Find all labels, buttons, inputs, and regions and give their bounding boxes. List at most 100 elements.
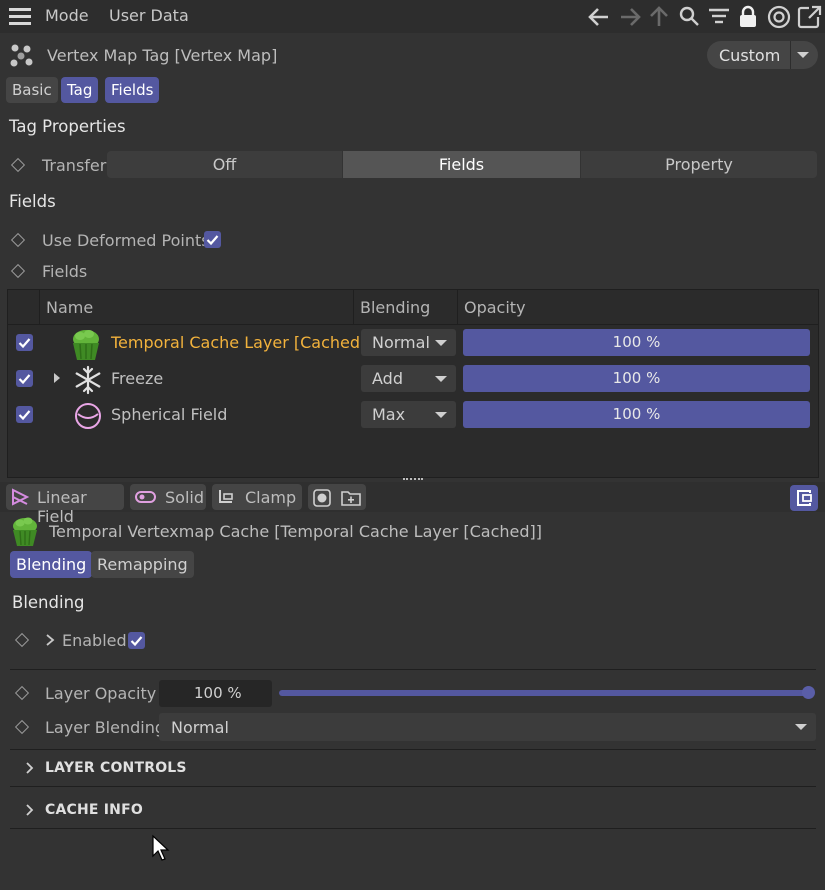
filter-icon[interactable]	[709, 8, 729, 24]
lock-icon[interactable]	[740, 5, 756, 27]
layer-opacity-bar[interactable]: 100 %	[463, 365, 810, 392]
column-separator	[457, 290, 458, 324]
layer-opacity-label: Layer Opacity	[45, 684, 157, 703]
table-row[interactable]: Temporal Cache Layer [Cached] Normal 100…	[8, 326, 818, 360]
menubar-icons	[588, 5, 822, 29]
preset-value: Custom	[719, 46, 781, 65]
chevron-down-icon	[797, 52, 809, 58]
tab-blending[interactable]: Blending	[10, 551, 93, 578]
cupcake-icon	[13, 517, 37, 546]
layer-blending-select[interactable]: Normal	[159, 713, 816, 741]
layer-enabled-checkbox[interactable]	[16, 334, 33, 351]
search-icon[interactable]	[679, 6, 699, 26]
layer-view-toggle-button[interactable]	[790, 485, 818, 511]
layer-actions-group	[308, 484, 366, 510]
blending-section-title: Blending	[12, 593, 85, 612]
keyframe-diamond-icon[interactable]	[14, 632, 30, 648]
keyframe-diamond-icon[interactable]	[14, 685, 30, 701]
layer-blending-dropdown[interactable]: Normal	[361, 329, 456, 356]
chevron-right-icon[interactable]	[25, 803, 35, 817]
object-title: Vertex Map Tag [Vertex Map]	[47, 46, 278, 65]
up-arrow-icon[interactable]	[650, 6, 668, 26]
enabled-checkbox[interactable]	[128, 632, 145, 649]
tag-properties-title: Tag Properties	[9, 117, 126, 136]
add-solid-layer-button[interactable]: Solid	[130, 484, 206, 510]
menu-mode[interactable]: Mode	[45, 6, 89, 25]
target-icon[interactable]	[767, 5, 791, 29]
chevron-right-icon[interactable]	[25, 761, 35, 775]
add-folder-icon[interactable]	[340, 487, 362, 507]
table-row[interactable]: Spherical Field Max 100 %	[8, 398, 818, 432]
chevron-down-icon	[435, 340, 447, 346]
sphere-icon	[75, 403, 101, 429]
keyframe-diamond-icon[interactable]	[10, 232, 26, 248]
transfer-option-off[interactable]: Off	[107, 151, 342, 178]
layer-name[interactable]: Spherical Field	[111, 405, 227, 424]
fields-list[interactable]: Name Blending Opacity Temporal Cache Lay…	[7, 289, 819, 478]
chevron-down-icon	[435, 376, 447, 382]
back-arrow-icon[interactable]	[588, 8, 608, 26]
tab-fields[interactable]: Fields	[105, 77, 160, 103]
record-icon[interactable]	[312, 488, 332, 508]
transfer-label: Transfer	[42, 156, 107, 175]
tab-basic[interactable]: Basic	[6, 77, 58, 103]
divider	[10, 749, 816, 750]
divider	[10, 828, 816, 829]
table-row[interactable]: Freeze Add 100 %	[8, 362, 818, 396]
layer-opacity-bar[interactable]: 100 %	[463, 329, 810, 356]
expand-arrow-icon[interactable]	[54, 373, 60, 383]
add-clamp-layer-button[interactable]: Clamp	[212, 484, 302, 510]
column-header-name[interactable]: Name	[46, 298, 93, 317]
add-linear-field-button[interactable]: Linear Field	[6, 484, 124, 526]
layer-name[interactable]: Freeze	[111, 369, 163, 388]
tab-remapping[interactable]: Remapping	[91, 551, 194, 578]
layer-blending-value: Normal	[372, 333, 430, 352]
new-window-icon[interactable]	[797, 5, 822, 29]
forward-arrow-icon[interactable]	[621, 8, 641, 26]
transfer-option-fields[interactable]: Fields	[343, 151, 580, 178]
preset-dropdown[interactable]: Custom	[707, 41, 818, 69]
layer-opacity-slider-knob[interactable]	[802, 686, 815, 699]
layer-enabled-checkbox[interactable]	[16, 370, 33, 387]
solid-layer-icon	[135, 491, 156, 503]
layer-blending-dropdown[interactable]: Add	[361, 365, 456, 392]
checkmark-icon	[18, 374, 31, 385]
enabled-label: Enabled	[62, 631, 127, 650]
clamp-label: Clamp	[245, 488, 297, 507]
divider	[10, 786, 816, 787]
use-deformed-points-label: Use Deformed Points	[42, 231, 210, 250]
checkmark-icon	[18, 410, 31, 421]
fields-section-title: Fields	[9, 192, 56, 211]
cache-info-group[interactable]: CACHE INFO	[45, 802, 143, 818]
keyframe-diamond-icon[interactable]	[10, 157, 26, 173]
layer-opacity-bar[interactable]: 100 %	[463, 401, 810, 428]
clamp-icon	[219, 490, 233, 503]
chevron-right-icon[interactable]	[45, 633, 55, 647]
snowflake-icon	[75, 365, 101, 395]
keyframe-diamond-icon[interactable]	[10, 263, 26, 279]
panel-toggle-icon	[797, 490, 812, 506]
layer-name[interactable]: Temporal Cache Layer [Cached]	[111, 333, 366, 352]
layer-opacity-slider-fill	[279, 690, 809, 696]
divider	[10, 669, 816, 670]
preset-separator	[790, 41, 791, 69]
tab-tag[interactable]: Tag	[61, 77, 99, 103]
transfer-option-property[interactable]: Property	[581, 151, 817, 178]
vertex-map-tag-icon	[10, 44, 33, 67]
use-deformed-points-checkbox[interactable]	[204, 231, 221, 248]
column-separator	[353, 290, 354, 324]
column-header-opacity[interactable]: Opacity	[464, 298, 526, 317]
layer-blending-dropdown[interactable]: Max	[361, 401, 456, 428]
layer-opacity-input[interactable]: 100 %	[159, 680, 272, 707]
cupcake-icon	[73, 330, 99, 360]
column-separator	[39, 290, 40, 324]
hamburger-menu-icon[interactable]	[9, 8, 31, 26]
layer-enabled-checkbox[interactable]	[16, 406, 33, 423]
layer-blending-value: Add	[372, 369, 403, 388]
layer-controls-group[interactable]: LAYER CONTROLS	[45, 760, 187, 776]
mouse-cursor-icon	[152, 834, 170, 861]
keyframe-diamond-icon[interactable]	[14, 719, 30, 735]
column-header-blending[interactable]: Blending	[360, 298, 430, 317]
layer-opacity-value: 100 %	[194, 684, 242, 702]
menu-user-data[interactable]: User Data	[109, 6, 189, 25]
